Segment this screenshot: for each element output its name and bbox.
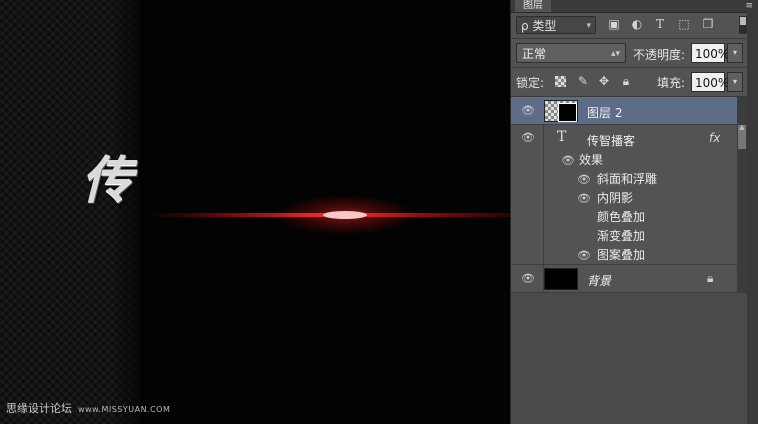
blend-mode-value: 正常 [522, 47, 547, 61]
panel-tabbar: 图层 ≡ [511, 0, 758, 13]
eye-icon[interactable]: 👁︎ [521, 132, 535, 143]
panel-menu-icon[interactable]: ≡ [745, 0, 753, 12]
watermark: 思缘设计论坛 www.MISSYUAN.COM [6, 400, 170, 416]
eye-icon[interactable]: 👁︎ [577, 174, 591, 185]
lens-flare [150, 195, 510, 235]
eye-icon[interactable]: 👁︎ [577, 193, 591, 204]
layer-name[interactable]: 图层 2 [587, 104, 622, 121]
eye-icon[interactable]: 👁︎ [561, 155, 575, 166]
layers-empty-area [511, 293, 747, 424]
fx-icon[interactable]: fx [709, 131, 720, 145]
text-layer-icon: T [557, 129, 567, 145]
smart-object-filter-icon[interactable]: ❐ [701, 17, 715, 31]
image-filter-icon[interactable]: ▣ [607, 17, 621, 31]
watermark-text: 思缘设计论坛 [6, 402, 72, 415]
panel-outer-scrollbar[interactable] [747, 12, 758, 424]
type-filter-icon[interactable]: T [653, 17, 667, 31]
eye-icon[interactable]: 👁︎ [521, 105, 535, 116]
lock-icon: 🔒︎ [707, 271, 714, 285]
chevron-down-icon: ▾ [586, 21, 591, 31]
adjustment-filter-icon[interactable]: ◐ [630, 17, 644, 31]
scroll-up-icon[interactable]: ▲ [737, 123, 747, 131]
layer-row-background[interactable]: 👁︎ 背景 🔒︎ [511, 265, 737, 293]
blend-mode-select[interactable]: 正常 ▴▾ [516, 43, 626, 63]
layers-panel: 图层 ≡ ρ 类型 ▾ ▣ ◐ T ⬚ ❐ 正常 ▴▾ 不透明度: 100% ▾ 锁… [510, 0, 758, 424]
fill-label: 填充: [657, 76, 686, 90]
lock-move-icon[interactable]: ✥ [597, 74, 611, 88]
fill-dropdown[interactable]: ▾ [727, 72, 743, 92]
filter-toggle[interactable] [739, 16, 747, 34]
effect-item[interactable]: 图案叠加 [597, 246, 645, 263]
opacity-label: 不透明度: [633, 48, 686, 62]
effect-item[interactable]: 斜面和浮雕 [597, 170, 657, 187]
opacity-input[interactable]: 100% [691, 43, 729, 63]
chevron-updown-icon: ▴▾ [610, 49, 620, 59]
shape-filter-icon[interactable]: ⬚ [677, 17, 691, 31]
effect-item[interactable]: 颜色叠加 [597, 208, 645, 225]
chrome-text-char: 传 [82, 151, 132, 209]
fill-input[interactable]: 100% [691, 72, 729, 92]
filter-type-label: ρ 类型 [521, 19, 557, 33]
document-canvas[interactable]: 传 思缘设计论坛 www.MISSYUAN.COM [0, 0, 510, 424]
lock-label: 锁定: [516, 76, 545, 90]
lock-transparent-icon[interactable] [555, 76, 566, 87]
lock-all-icon[interactable]: 🔒︎ [619, 74, 633, 88]
divider [511, 38, 747, 39]
tab-layers[interactable]: 图层 [515, 0, 551, 12]
layer-mask-thumbnail [558, 103, 577, 122]
layer-row-layer2[interactable]: 👁︎ 图层 2 [511, 97, 737, 125]
lock-paint-icon[interactable]: ✎ [576, 74, 590, 88]
opacity-dropdown[interactable]: ▾ [727, 43, 743, 63]
watermark-site: www.MISSYUAN.COM [78, 405, 171, 414]
eye-icon[interactable]: 👁︎ [521, 273, 535, 284]
layer-thumbnail [544, 268, 578, 290]
layer-name[interactable]: 传智播客 [587, 132, 635, 149]
layers-list: 👁︎ 图层 2 👁︎ T 传智播客 fx 👁︎ 效果 👁︎ 斜面和浮雕 👁︎ 内… [511, 97, 737, 293]
effect-item[interactable]: 内阴影 [597, 189, 633, 206]
layer-thumbnail [544, 100, 578, 122]
eye-icon[interactable]: 👁︎ [577, 250, 591, 261]
texture-fade [110, 0, 150, 424]
layer-name[interactable]: 背景 [587, 272, 611, 289]
layer-row-text[interactable]: 👁︎ T 传智播客 fx 👁︎ 效果 👁︎ 斜面和浮雕 👁︎ 内阴影 颜色叠加 … [511, 125, 737, 265]
effect-item[interactable]: 渐变叠加 [597, 227, 645, 244]
effects-header[interactable]: 效果 [579, 151, 603, 168]
filter-type-select[interactable]: ρ 类型 ▾ [516, 16, 596, 34]
divider [511, 67, 747, 68]
